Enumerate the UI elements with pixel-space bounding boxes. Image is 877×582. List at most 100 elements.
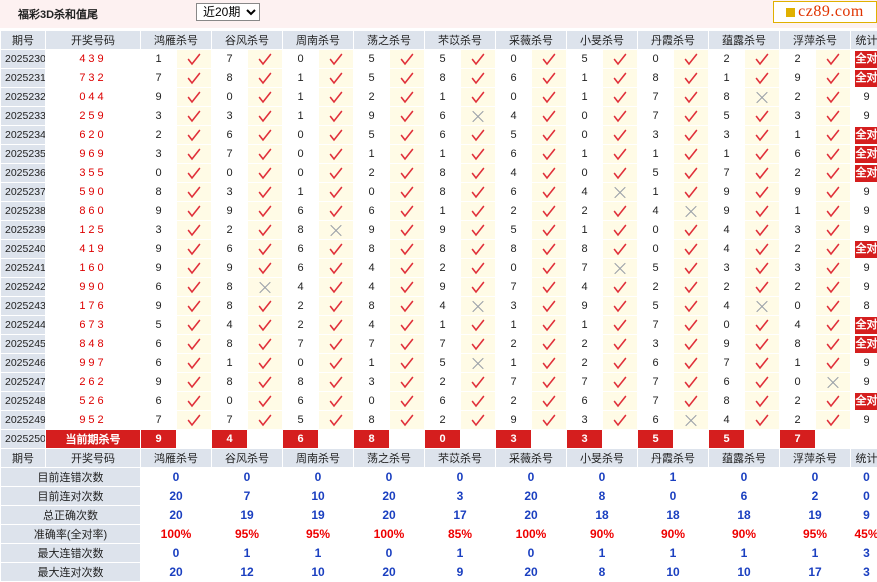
table-row: 20252346202605650331全对 xyxy=(1,126,877,145)
kill-number-cell: 5 xyxy=(496,126,532,145)
kill-number-cell: 3 xyxy=(141,145,177,164)
current-kill-gap xyxy=(603,430,638,449)
check-icon xyxy=(471,72,485,85)
draw-number-cell: 732 xyxy=(46,69,141,88)
result-mark-cell xyxy=(816,145,851,164)
kill-number-cell: 1 xyxy=(283,69,319,88)
result-mark-cell xyxy=(390,278,425,297)
result-mark-cell xyxy=(390,221,425,240)
kill-number-cell: 3 xyxy=(567,411,603,430)
kill-number-cell: 7 xyxy=(638,107,674,126)
kill-number-cell: 4 xyxy=(567,183,603,202)
col-header-expert: 谷风杀号 xyxy=(212,449,283,468)
table-row: 20252304391705505022全对 xyxy=(1,50,877,69)
kill-number-cell: 2 xyxy=(283,297,319,316)
kill-number-cell: 2 xyxy=(780,278,816,297)
summary-value: 8 xyxy=(567,563,638,582)
draw-number-cell: 355 xyxy=(46,164,141,183)
check-icon xyxy=(684,395,698,408)
kill-number-cell: 1 xyxy=(496,316,532,335)
result-mark-cell xyxy=(603,88,638,107)
result-mark-cell xyxy=(390,88,425,107)
check-icon xyxy=(755,414,769,427)
table-row: 20252458486877722398全对 xyxy=(1,335,877,354)
kill-number-cell: 6 xyxy=(425,107,461,126)
check-icon xyxy=(329,243,343,256)
summary-stat: 9 xyxy=(851,506,877,525)
all-correct-badge: 全对 xyxy=(855,241,877,258)
check-icon xyxy=(187,262,201,275)
check-icon xyxy=(826,414,840,427)
period-range-select[interactable]: 近20期 xyxy=(196,3,260,21)
col-header-draw: 开奖号码 xyxy=(46,31,141,50)
check-icon xyxy=(187,224,201,237)
kill-number-cell: 2 xyxy=(780,392,816,411)
check-icon xyxy=(471,376,485,389)
stat-cell: 全对 xyxy=(851,126,877,145)
check-icon xyxy=(187,110,201,123)
kill-number-cell: 8 xyxy=(283,373,319,392)
period-cell: 2025237 xyxy=(1,183,46,202)
kill-number-cell: 4 xyxy=(354,259,390,278)
stat-cell: 全对 xyxy=(851,50,877,69)
result-mark-cell xyxy=(461,126,496,145)
summary-value: 95% xyxy=(780,525,851,544)
kill-number-cell: 9 xyxy=(141,88,177,107)
kill-number-cell: 5 xyxy=(567,50,603,69)
result-mark-cell xyxy=(319,316,354,335)
check-icon xyxy=(542,414,556,427)
check-icon xyxy=(826,224,840,237)
kill-number-cell: 6 xyxy=(567,392,603,411)
result-mark-cell xyxy=(674,392,709,411)
kill-number-cell: 4 xyxy=(780,316,816,335)
result-mark-cell xyxy=(248,50,283,69)
period-cell: 2025230 xyxy=(1,50,46,69)
check-icon xyxy=(613,148,627,161)
all-correct-badge: 全对 xyxy=(855,393,877,410)
stat-cell: 9 xyxy=(851,278,877,297)
result-mark-cell xyxy=(319,335,354,354)
result-mark-cell xyxy=(248,88,283,107)
check-icon xyxy=(329,300,343,313)
result-mark-cell xyxy=(603,259,638,278)
summary-value: 0 xyxy=(780,468,851,487)
site-logo[interactable]: cz89.com xyxy=(773,1,877,23)
check-icon xyxy=(258,53,272,66)
result-mark-cell xyxy=(745,316,780,335)
result-mark-cell xyxy=(745,278,780,297)
check-icon xyxy=(542,395,556,408)
summary-stat: 0 xyxy=(851,487,877,506)
stat-cell: 全对 xyxy=(851,164,877,183)
summary-value: 3 xyxy=(425,487,496,506)
check-icon xyxy=(187,72,201,85)
check-icon xyxy=(613,167,627,180)
kill-number-cell: 2 xyxy=(141,126,177,145)
summary-value: 20 xyxy=(496,487,567,506)
check-icon xyxy=(400,395,414,408)
period-cell: 2025245 xyxy=(1,335,46,354)
check-icon xyxy=(400,148,414,161)
result-mark-cell xyxy=(461,88,496,107)
result-mark-cell xyxy=(532,240,567,259)
kill-number-cell: 7 xyxy=(638,392,674,411)
check-icon xyxy=(258,376,272,389)
check-icon xyxy=(755,357,769,370)
result-mark-cell xyxy=(177,354,212,373)
result-mark-cell xyxy=(177,297,212,316)
stat-cell: 全对 xyxy=(851,145,877,164)
result-mark-cell xyxy=(603,316,638,335)
kill-number-cell: 8 xyxy=(425,240,461,259)
kill-number-cell: 1 xyxy=(496,354,532,373)
col-header-stat: 统计 xyxy=(851,449,877,468)
result-mark-cell xyxy=(674,316,709,335)
summary-value: 90% xyxy=(709,525,780,544)
summary-row: 最大连错次数01101011113 xyxy=(1,544,877,563)
kill-number-cell: 7 xyxy=(141,69,177,88)
check-icon xyxy=(826,72,840,85)
result-mark-cell xyxy=(816,411,851,430)
result-mark-cell xyxy=(532,202,567,221)
summary-value: 90% xyxy=(638,525,709,544)
result-mark-cell xyxy=(816,335,851,354)
summary-value: 90% xyxy=(567,525,638,544)
summary-value: 20 xyxy=(141,563,212,582)
